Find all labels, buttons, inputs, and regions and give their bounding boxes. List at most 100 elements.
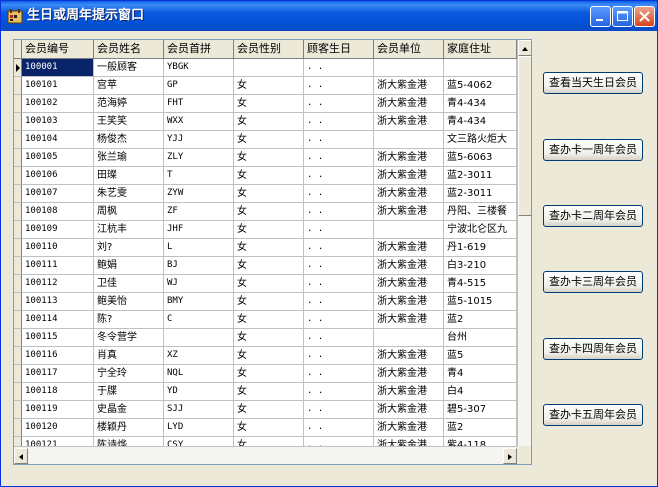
- column-header-member-pinyin[interactable]: 会员首拼: [164, 40, 234, 58]
- row-indicator[interactable]: [14, 113, 22, 131]
- first-anniversary-button[interactable]: 查办卡一周年会员: [543, 139, 643, 161]
- cell-member-pinyin[interactable]: WXX: [164, 113, 234, 131]
- cell-member-unit[interactable]: 浙大紫金港: [374, 185, 444, 203]
- table-row[interactable]: 100120 楼颖丹 LYD 女. . 浙大紫金港 蓝2: [14, 419, 531, 437]
- cell-member-id[interactable]: 100103: [22, 113, 94, 131]
- table-row[interactable]: 100111 鲍娟 BJ 女. . 浙大紫金港 白3-210: [14, 257, 531, 275]
- cell-home-address[interactable]: 蓝2: [444, 311, 517, 329]
- cell-customer-birthday[interactable]: . .: [304, 347, 374, 365]
- cell-member-unit[interactable]: 浙大紫金港: [374, 383, 444, 401]
- cell-member-unit[interactable]: 浙大紫金港: [374, 257, 444, 275]
- table-row[interactable]: 100114 陈? C 女. . 浙大紫金港 蓝2: [14, 311, 531, 329]
- cell-member-unit[interactable]: 浙大紫金港: [374, 149, 444, 167]
- title-bar[interactable]: 生日或周年提示窗口: [1, 1, 657, 31]
- cell-customer-birthday[interactable]: . .: [304, 167, 374, 185]
- table-row[interactable]: 100116 肖真 XZ 女. . 浙大紫金港 蓝5: [14, 347, 531, 365]
- cell-customer-birthday[interactable]: . .: [304, 131, 374, 149]
- column-header-customer-birthday[interactable]: 顾客生日: [304, 40, 374, 58]
- cell-customer-birthday[interactable]: . .: [304, 419, 374, 437]
- cell-member-gender[interactable]: 女: [234, 401, 304, 419]
- cell-member-gender[interactable]: 女: [234, 221, 304, 239]
- cell-customer-birthday[interactable]: . .: [304, 365, 374, 383]
- cell-home-address[interactable]: 丹1-619: [444, 239, 517, 257]
- cell-home-address[interactable]: 蓝2: [444, 419, 517, 437]
- row-indicator[interactable]: [14, 401, 22, 419]
- cell-member-unit[interactable]: [374, 131, 444, 149]
- cell-member-name[interactable]: 田璨: [94, 167, 164, 185]
- cell-member-unit[interactable]: 浙大紫金港: [374, 113, 444, 131]
- cell-member-name[interactable]: 王笑笑: [94, 113, 164, 131]
- row-indicator[interactable]: [14, 131, 22, 149]
- row-indicator[interactable]: [14, 293, 22, 311]
- cell-member-id[interactable]: 100109: [22, 221, 94, 239]
- cell-member-gender[interactable]: 女: [234, 131, 304, 149]
- table-row[interactable]: 100117 宁全玲 NQL 女. . 浙大紫金港 青4: [14, 365, 531, 383]
- vertical-scrollbar[interactable]: [517, 40, 531, 446]
- cell-member-gender[interactable]: 女: [234, 329, 304, 347]
- cell-customer-birthday[interactable]: . .: [304, 383, 374, 401]
- cell-home-address[interactable]: 蓝2-3011: [444, 167, 517, 185]
- cell-member-id[interactable]: 100105: [22, 149, 94, 167]
- cell-member-id[interactable]: 100112: [22, 275, 94, 293]
- cell-member-pinyin[interactable]: NQL: [164, 365, 234, 383]
- cell-member-unit[interactable]: 浙大紫金港: [374, 203, 444, 221]
- table-row[interactable]: 100103 王笑笑 WXX 女. . 浙大紫金港 青4-434: [14, 113, 531, 131]
- row-indicator[interactable]: [14, 167, 22, 185]
- table-row[interactable]: 100001 一般顾客 YBGK . .: [14, 59, 531, 77]
- cell-member-gender[interactable]: 女: [234, 383, 304, 401]
- cell-member-gender[interactable]: 女: [234, 149, 304, 167]
- cell-member-id[interactable]: 100117: [22, 365, 94, 383]
- cell-customer-birthday[interactable]: . .: [304, 95, 374, 113]
- cell-home-address[interactable]: 蓝2-3011: [444, 185, 517, 203]
- row-indicator[interactable]: [14, 77, 22, 95]
- cell-customer-birthday[interactable]: . .: [304, 113, 374, 131]
- cell-member-pinyin[interactable]: [164, 329, 234, 347]
- cell-member-name[interactable]: 朱艺雯: [94, 185, 164, 203]
- cell-member-pinyin[interactable]: LYD: [164, 419, 234, 437]
- table-row[interactable]: 100119 史晶金 SJJ 女. . 浙大紫金港 碧5-307: [14, 401, 531, 419]
- column-header-home-address[interactable]: 家庭住址: [444, 40, 517, 58]
- cell-member-name[interactable]: 刘?: [94, 239, 164, 257]
- row-indicator[interactable]: [14, 95, 22, 113]
- cell-member-pinyin[interactable]: ZLY: [164, 149, 234, 167]
- maximize-button[interactable]: [612, 6, 633, 27]
- cell-member-name[interactable]: 杨俊杰: [94, 131, 164, 149]
- scroll-left-button[interactable]: [14, 448, 28, 464]
- scroll-right-button[interactable]: [503, 448, 517, 464]
- cell-customer-birthday[interactable]: . .: [304, 185, 374, 203]
- cell-member-unit[interactable]: 浙大紫金港: [374, 239, 444, 257]
- cell-member-id[interactable]: 100111: [22, 257, 94, 275]
- column-header-member-unit[interactable]: 会员单位: [374, 40, 444, 58]
- cell-member-name[interactable]: 史晶金: [94, 401, 164, 419]
- cell-member-unit[interactable]: [374, 59, 444, 77]
- cell-member-gender[interactable]: [234, 59, 304, 77]
- table-row[interactable]: 100113 鲍美怡 BMY 女. . 浙大紫金港 蓝5-1015: [14, 293, 531, 311]
- cell-member-id[interactable]: 100114: [22, 311, 94, 329]
- table-row[interactable]: 100102 范海婷 FHT 女. . 浙大紫金港 青4-434: [14, 95, 531, 113]
- cell-member-unit[interactable]: 浙大紫金港: [374, 347, 444, 365]
- cell-member-name[interactable]: 肖真: [94, 347, 164, 365]
- cell-member-name[interactable]: 鲍娟: [94, 257, 164, 275]
- column-header-member-gender[interactable]: 会员性别: [234, 40, 304, 58]
- cell-member-id[interactable]: 100108: [22, 203, 94, 221]
- table-row[interactable]: 100118 于牒 YD 女. . 浙大紫金港 白4: [14, 383, 531, 401]
- view-today-birthday-button[interactable]: 查看当天生日会员: [543, 72, 643, 94]
- cell-home-address[interactable]: 白3-210: [444, 257, 517, 275]
- row-indicator[interactable]: [14, 149, 22, 167]
- cell-member-id[interactable]: 100110: [22, 239, 94, 257]
- cell-member-unit[interactable]: 浙大紫金港: [374, 401, 444, 419]
- row-indicator[interactable]: [14, 59, 22, 77]
- third-anniversary-button[interactable]: 查办卡三周年会员: [543, 271, 643, 293]
- row-indicator[interactable]: [14, 203, 22, 221]
- cell-member-name[interactable]: 宁全玲: [94, 365, 164, 383]
- cell-member-unit[interactable]: 浙大紫金港: [374, 293, 444, 311]
- cell-member-unit[interactable]: 浙大紫金港: [374, 95, 444, 113]
- cell-member-name[interactable]: 江杭丰: [94, 221, 164, 239]
- cell-member-name[interactable]: 冬令营学: [94, 329, 164, 347]
- cell-member-name[interactable]: 一般顾客: [94, 59, 164, 77]
- row-indicator[interactable]: [14, 347, 22, 365]
- cell-member-unit[interactable]: 浙大紫金港: [374, 311, 444, 329]
- cell-customer-birthday[interactable]: . .: [304, 401, 374, 419]
- cell-member-gender[interactable]: 女: [234, 293, 304, 311]
- cell-member-id[interactable]: 100107: [22, 185, 94, 203]
